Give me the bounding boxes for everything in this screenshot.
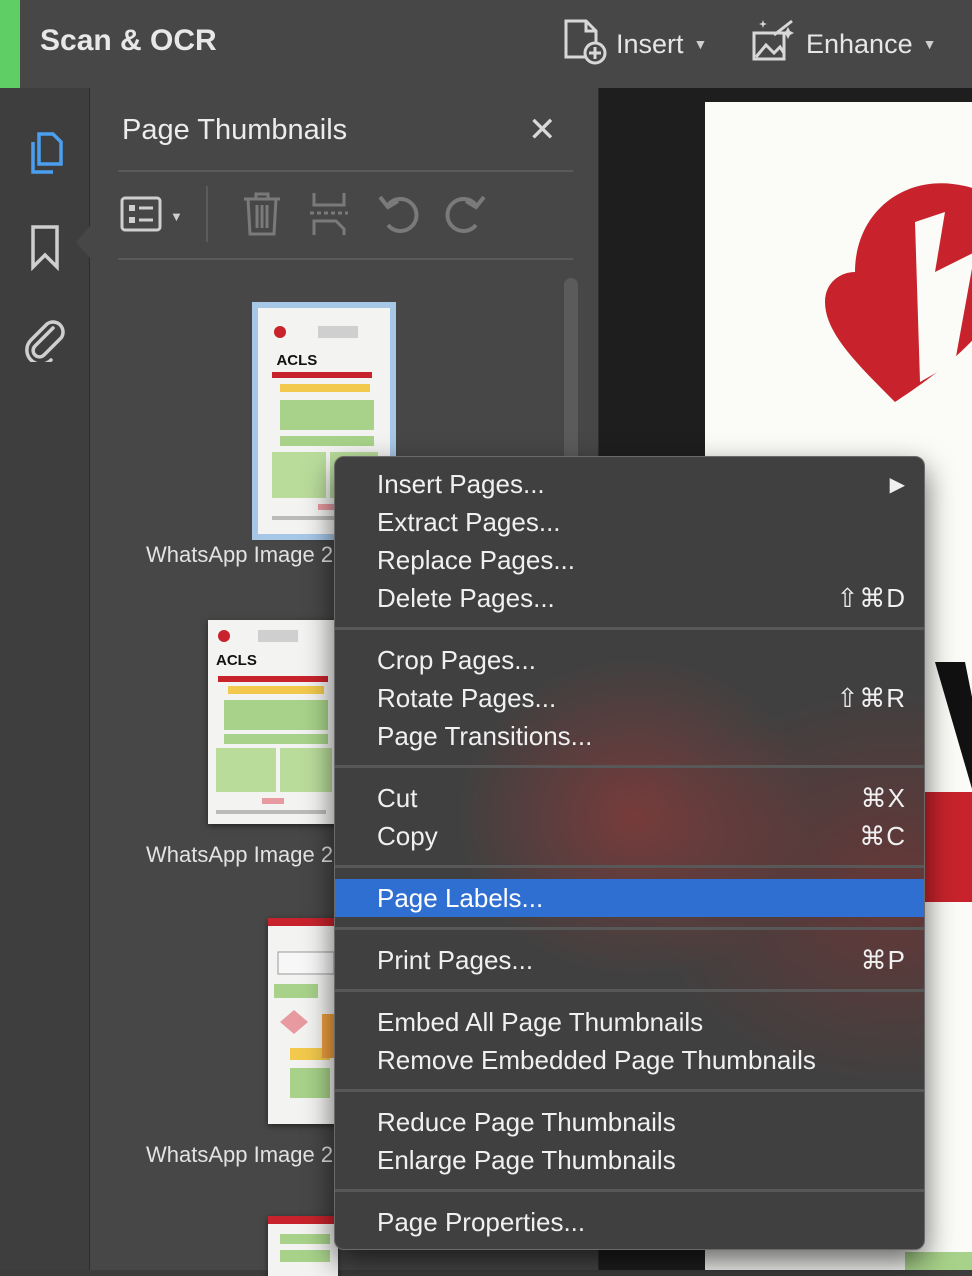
- rotate-left-icon: [376, 191, 422, 242]
- app-title: Scan & OCR: [40, 24, 217, 57]
- menu-item-rotate-pages[interactable]: Rotate Pages... ⇧⌘R: [335, 679, 924, 717]
- chevron-down-icon: ▼: [170, 208, 183, 224]
- delete-page-button[interactable]: [240, 188, 284, 244]
- shortcut-label: ⌘C: [859, 820, 906, 851]
- sidebar-rail: [0, 88, 90, 1270]
- bookmarks-tab[interactable]: [20, 224, 70, 274]
- page-thumbnail-4[interactable]: [268, 1216, 338, 1276]
- acls-heading: ACLS: [216, 652, 257, 669]
- thumbnail-image: [216, 630, 332, 814]
- menu-item-cut[interactable]: Cut ⌘X: [335, 779, 924, 817]
- menu-item-replace-pages[interactable]: Replace Pages...: [335, 541, 924, 579]
- menu-item-embed-all-thumbnails[interactable]: Embed All Page Thumbnails: [335, 1003, 924, 1041]
- bookmark-icon: [29, 223, 61, 276]
- shortcut-label: ⇧⌘R: [836, 682, 906, 713]
- menu-item-label: Cut: [377, 782, 418, 813]
- attachments-tab[interactable]: [20, 316, 70, 366]
- view-options-button[interactable]: ▼: [120, 188, 183, 244]
- insert-page-icon: [562, 17, 616, 72]
- menu-item-label: Replace Pages...: [377, 544, 576, 575]
- enhance-label: Enhance: [806, 28, 913, 59]
- toolbar-divider: [206, 186, 208, 242]
- menu-item-label: Remove Embedded Page Thumbnails: [377, 1044, 816, 1075]
- crop-page-button[interactable]: [308, 188, 350, 244]
- thumbnail-label-1: WhatsApp Image 2: [146, 542, 334, 567]
- divider: [118, 258, 573, 260]
- thumbnail-label-3: WhatsApp Image 2: [146, 1142, 334, 1167]
- menu-item-page-transitions[interactable]: Page Transitions...: [335, 717, 924, 755]
- menu-item-label: Enlarge Page Thumbnails: [377, 1144, 676, 1175]
- shortcut-label: ⇧⌘D: [836, 582, 906, 613]
- close-icon: ✕: [528, 111, 557, 149]
- acls-heading: ACLS: [276, 352, 318, 369]
- rotate-left-button[interactable]: [376, 188, 422, 244]
- panel-title: Page Thumbnails: [122, 114, 348, 146]
- menu-item-label: Page Labels...: [377, 882, 544, 913]
- menu-item-label: Insert Pages...: [377, 468, 545, 499]
- page-context-menu: Insert Pages... ▶ Extract Pages... Repla…: [334, 456, 925, 1250]
- menu-item-delete-pages[interactable]: Delete Pages... ⇧⌘D: [335, 579, 924, 617]
- thumbnail-image: [268, 918, 338, 1098]
- shortcut-label: ⌘X: [860, 782, 906, 813]
- rotate-right-icon: [442, 191, 488, 242]
- magic-wand-image-icon: [750, 17, 806, 72]
- trash-icon: [240, 191, 284, 242]
- page-thumbnail-2[interactable]: ACLS: [208, 620, 338, 824]
- menu-item-label: Extract Pages...: [377, 506, 561, 537]
- submenu-arrow-icon: ▶: [889, 473, 906, 496]
- crop-split-icon: [308, 191, 350, 242]
- insert-label: Insert: [616, 28, 684, 59]
- menu-item-label: Crop Pages...: [377, 644, 536, 675]
- menu-item-label: Reduce Page Thumbnails: [377, 1106, 676, 1137]
- menu-item-enlarge-thumbnails[interactable]: Enlarge Page Thumbnails: [335, 1141, 924, 1179]
- menu-item-remove-embedded-thumbnails[interactable]: Remove Embedded Page Thumbnails: [335, 1041, 924, 1079]
- menu-item-label: Page Properties...: [377, 1206, 586, 1237]
- page-thumbnail-3[interactable]: [268, 918, 338, 1124]
- menu-item-label: Page Transitions...: [377, 720, 593, 751]
- menu-item-label: Embed All Page Thumbnails: [377, 1006, 704, 1037]
- rotate-right-button[interactable]: [442, 188, 488, 244]
- shortcut-label: ⌘P: [860, 944, 906, 975]
- menu-separator: [335, 927, 924, 930]
- menu-item-crop-pages[interactable]: Crop Pages...: [335, 641, 924, 679]
- menu-item-page-properties[interactable]: Page Properties...: [335, 1203, 924, 1241]
- menu-item-reduce-thumbnails[interactable]: Reduce Page Thumbnails: [335, 1103, 924, 1141]
- menu-item-page-labels[interactable]: Page Labels...: [335, 879, 924, 917]
- menu-separator: [335, 1089, 924, 1092]
- menu-item-label: Copy: [377, 820, 438, 851]
- enhance-button[interactable]: Enhance ▼: [750, 18, 936, 70]
- menu-separator: [335, 989, 924, 992]
- paperclip-icon: [23, 316, 67, 367]
- thumbnail-image: [268, 1216, 338, 1262]
- menu-separator: [335, 627, 924, 630]
- menu-separator: [335, 1189, 924, 1192]
- close-panel-button[interactable]: ✕: [528, 110, 557, 150]
- mode-accent-bar: [0, 0, 20, 88]
- menu-item-extract-pages[interactable]: Extract Pages...: [335, 503, 924, 541]
- menu-item-label: Rotate Pages...: [377, 682, 557, 713]
- menu-separator: [335, 865, 924, 868]
- list-view-icon: [120, 194, 164, 239]
- thumbnail-label-2: WhatsApp Image 2: [146, 842, 334, 867]
- menu-item-label: Delete Pages...: [377, 582, 555, 613]
- chevron-down-icon: ▼: [693, 36, 708, 52]
- menu-item-print-pages[interactable]: Print Pages... ⌘P: [335, 941, 924, 979]
- menu-item-label: Print Pages...: [377, 944, 534, 975]
- top-toolbar: Scan & OCR Insert ▼ Enhance ▼: [0, 0, 972, 89]
- menu-item-copy[interactable]: Copy ⌘C: [335, 817, 924, 855]
- active-tab-pointer: [76, 226, 90, 258]
- insert-button[interactable]: Insert ▼: [562, 18, 707, 70]
- pages-icon: [25, 130, 65, 181]
- menu-separator: [335, 765, 924, 768]
- chevron-down-icon: ▼: [922, 36, 937, 52]
- page-thumbnails-tab[interactable]: [20, 130, 70, 180]
- menu-item-insert-pages[interactable]: Insert Pages... ▶: [335, 465, 924, 503]
- divider: [118, 170, 573, 172]
